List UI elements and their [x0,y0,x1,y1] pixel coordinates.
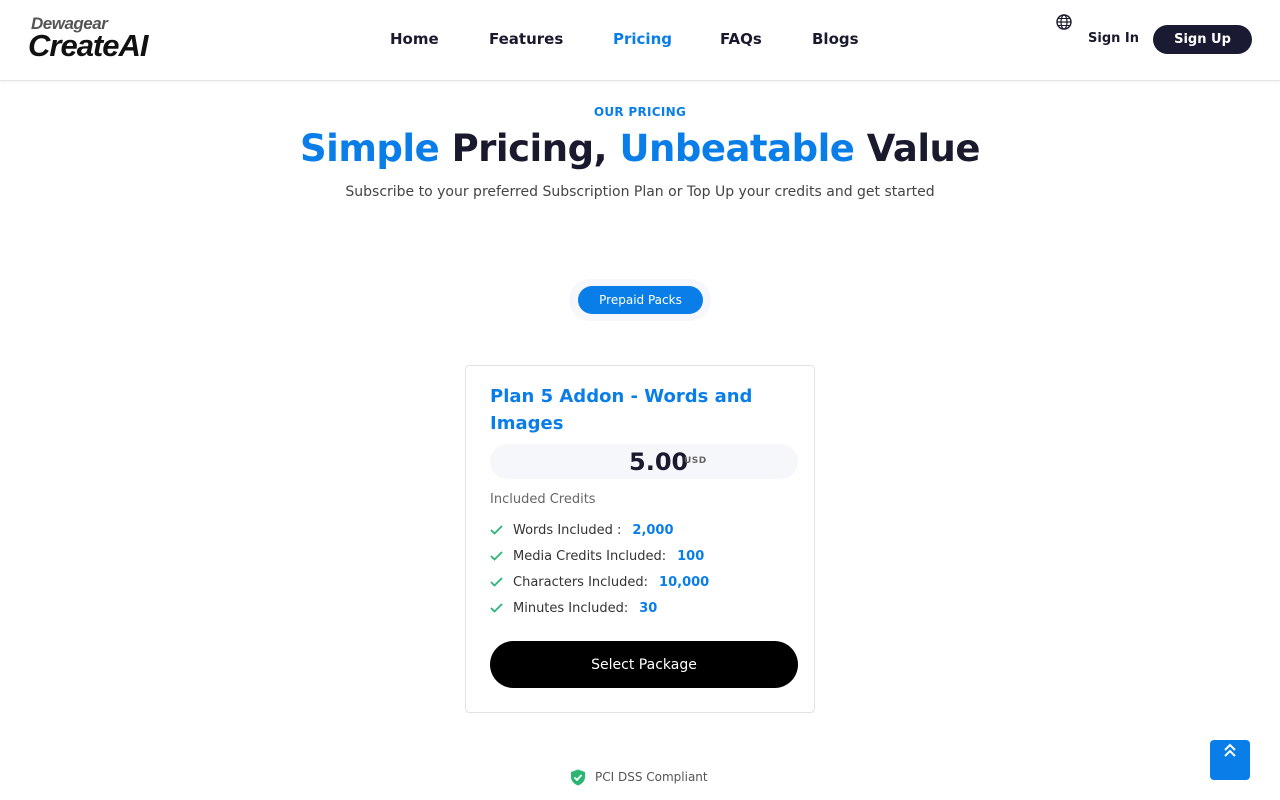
feature-label: Words Included : [513,522,622,538]
feature-value: 100 [677,548,705,564]
sign-up-button[interactable]: Sign Up [1153,25,1252,54]
title-highlight-simple: Simple [300,127,440,170]
check-icon [490,603,503,613]
plan-price: 5.00 [629,448,689,476]
pci-compliance-text: PCI DSS Compliant [595,770,708,784]
feature-item: Minutes Included: 30 [490,599,657,617]
page-subtitle: Subscribe to your preferred Subscription… [345,184,935,200]
check-icon [490,577,503,587]
double-chevron-up-icon [1224,743,1236,757]
site-header: Dewagear CreateAI Home Features Pricing … [0,0,1280,81]
plan-card: Plan 5 Addon - Words and Images 5.00 USD… [465,365,815,713]
title-highlight-unbeatable: Unbeatable [619,127,855,170]
brand-logo-bottom: CreateAI [28,28,148,63]
shield-check-icon [571,769,585,785]
feature-label: Media Credits Included: [513,548,667,564]
title-text-value: Value [854,127,981,170]
included-credits-label: Included Credits [490,492,596,507]
feature-item: Words Included : 2,000 [490,521,674,539]
plan-currency: USD [684,456,707,466]
nav-item-blogs[interactable]: Blogs [812,30,859,48]
nav-item-faqs[interactable]: FAQs [720,30,762,48]
feature-item: Media Credits Included: 100 [490,547,704,565]
pci-compliance-badge: PCI DSS Compliant [570,768,708,786]
feature-item: Characters Included: 10,000 [490,573,709,591]
nav-item-pricing[interactable]: Pricing [613,30,672,48]
nav-item-home[interactable]: Home [390,30,439,48]
price-box: 5.00 USD [490,444,798,479]
brand-logo[interactable]: Dewagear CreateAI [28,14,168,66]
feature-value: 30 [639,600,658,616]
nav-item-features[interactable]: Features [489,30,563,48]
select-package-button[interactable]: Select Package [490,641,798,688]
page-title: Simple Pricing, Unbeatable Value [0,127,1280,170]
feature-label: Minutes Included: [513,600,629,616]
tab-prepaid-packs[interactable]: Prepaid Packs [578,286,703,314]
globe-icon[interactable] [1056,14,1072,30]
scroll-to-top-button[interactable] [1210,740,1250,780]
feature-value: 2,000 [632,522,674,538]
title-text-pricing: Pricing, [439,127,620,170]
check-icon [490,551,503,561]
feature-label: Characters Included: [513,574,649,590]
plan-name: Plan 5 Addon - Words and Images [490,386,753,434]
sign-in-link[interactable]: Sign In [1088,31,1139,46]
section-eyebrow: OUR PRICING [593,105,687,119]
check-icon [490,525,503,535]
feature-value: 10,000 [659,574,710,590]
